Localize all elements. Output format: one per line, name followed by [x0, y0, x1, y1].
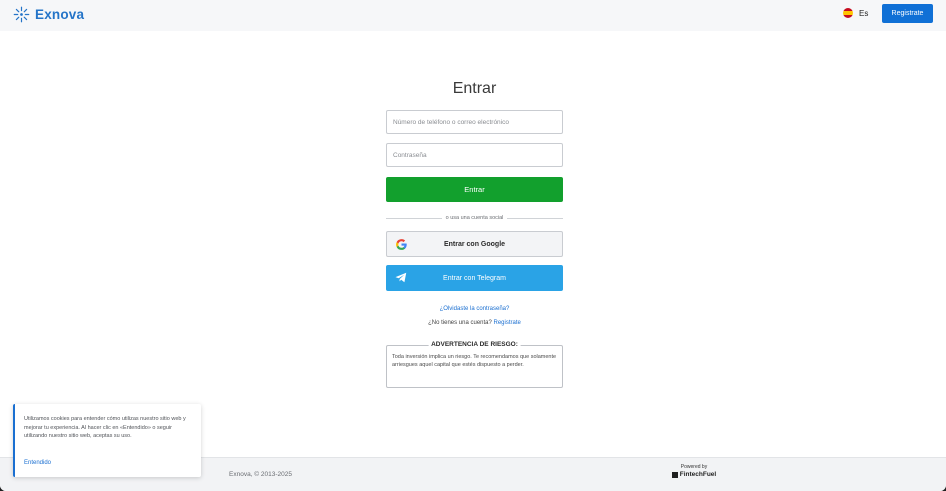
- brand-logo[interactable]: Exnova: [13, 6, 84, 23]
- forgot-password-link[interactable]: ¿Olvidaste la contraseña?: [386, 306, 563, 312]
- copyright-text: Exnova, © 2013-2025: [229, 471, 292, 478]
- powered-by-label: Powered by: [680, 464, 708, 470]
- signup-prompt: ¿No tienes una cuenta? Registrate: [386, 320, 563, 326]
- language-label: Es: [859, 8, 869, 18]
- cookie-message: Utilizamos cookies para entender cómo ut…: [24, 416, 186, 439]
- telegram-login-button[interactable]: Entrar con Telegram: [386, 265, 563, 291]
- divider-line-right: [507, 217, 564, 219]
- browser-viewport: Exnova Es Registrate Entrar Entrar o usa…: [0, 0, 946, 491]
- cookie-banner: Utilizamos cookies para entender cómo ut…: [13, 404, 201, 477]
- social-divider: o usa una cuenta social: [386, 213, 564, 223]
- partner-name: FintechFuel: [679, 471, 717, 478]
- no-account-text: ¿No tienes una cuenta?: [428, 320, 492, 326]
- powered-by-badge[interactable]: Powered by FintechFuel: [669, 464, 719, 478]
- spain-flag-icon: [843, 8, 853, 18]
- google-login-label: Entrar con Google: [443, 240, 506, 248]
- cookie-accept-button[interactable]: Entendido: [24, 460, 51, 466]
- fintechfuel-icon: [671, 471, 678, 478]
- risk-warning-title: ADVERTENCIA DE RIESGO:: [428, 341, 521, 348]
- top-navigation-bar: Exnova Es Registrate: [0, 0, 946, 31]
- page-title: Entrar: [452, 80, 497, 97]
- risk-warning-box: ADVERTENCIA DE RIESGO: Toda inversión im…: [386, 341, 563, 388]
- risk-warning-text: Toda inversión implica un riesgo. Te rec…: [392, 354, 557, 368]
- sparkle-logo-icon: [13, 6, 30, 23]
- divider-line-left: [386, 217, 442, 219]
- login-button[interactable]: Entrar: [386, 177, 563, 202]
- google-login-button[interactable]: Entrar con Google: [386, 231, 563, 257]
- register-button[interactable]: Registrate: [882, 4, 933, 23]
- brand-name: Exnova: [35, 7, 85, 22]
- password-input[interactable]: [386, 143, 563, 167]
- signup-link[interactable]: Registrate: [494, 320, 521, 326]
- partner-logo: FintechFuel: [669, 471, 719, 478]
- divider-text: o usa una cuenta social: [445, 215, 504, 221]
- language-selector[interactable]: Es: [843, 8, 868, 18]
- phone-or-email-input[interactable]: [386, 110, 563, 134]
- telegram-login-label: Entrar con Telegram: [443, 274, 506, 282]
